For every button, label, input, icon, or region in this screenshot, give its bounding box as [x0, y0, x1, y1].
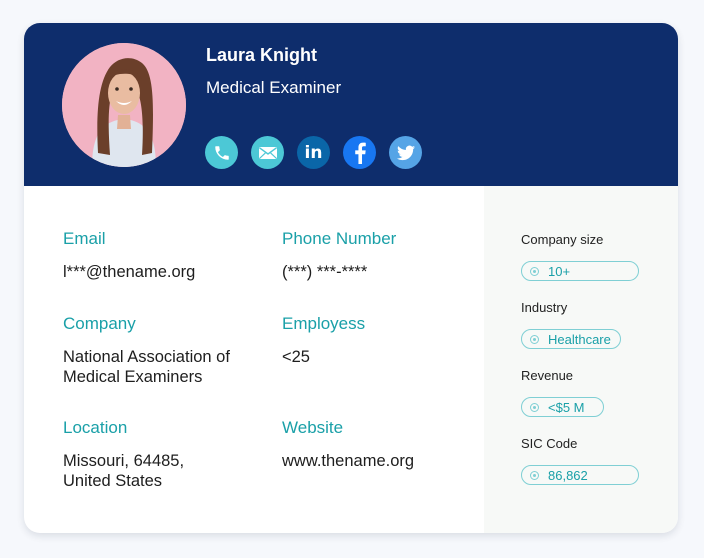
facebook-button[interactable] — [343, 136, 376, 169]
industry-value: Healthcare — [548, 331, 611, 347]
location-value-line2: United States — [63, 472, 163, 490]
company-value-line2: Medical Examiners — [63, 368, 203, 386]
location-value-line1: Missouri, 64485, — [63, 452, 185, 470]
company-size-label: Company size — [521, 232, 604, 247]
company-sidebar: Company size 10+ Industry Healthcare Rev… — [484, 186, 678, 533]
company-size-value: 10+ — [548, 263, 571, 279]
twitter-icon — [396, 145, 415, 160]
facebook-icon — [354, 142, 366, 164]
mail-icon — [258, 146, 277, 159]
company-value-line1: National Association of — [63, 348, 230, 366]
sic-code-value: 86,862 — [548, 467, 588, 483]
industry-tag: Healthcare — [521, 329, 621, 349]
email-button[interactable] — [251, 136, 284, 169]
industry-label: Industry — [521, 300, 568, 315]
radio-dot-icon — [530, 470, 539, 480]
social-links: in — [205, 136, 422, 169]
job-title: Medical Examiner — [206, 78, 342, 97]
company-label: Company — [63, 314, 136, 333]
contact-details: Email l***@thename.org Phone Number (***… — [24, 186, 484, 533]
phone-label: Phone Number — [282, 229, 397, 248]
twitter-button[interactable] — [389, 136, 422, 169]
email-value: l***@thename.org — [63, 263, 196, 281]
linkedin-icon: in — [304, 142, 323, 163]
radio-dot-icon — [530, 334, 539, 344]
website-value[interactable]: www.thename.org — [282, 451, 414, 471]
profile-header: Laura Knight Medical Examiner in — [24, 23, 678, 186]
employees-value: <25 — [282, 348, 310, 366]
linkedin-button[interactable]: in — [297, 136, 330, 169]
phone-button[interactable] — [205, 136, 238, 169]
revenue-tag: <$5 M — [521, 397, 604, 417]
location-label: Location — [63, 418, 128, 437]
contact-name: Laura Knight — [206, 45, 317, 65]
radio-dot-icon — [530, 266, 539, 276]
sic-code-tag: 86,862 — [521, 465, 639, 485]
radio-dot-icon — [530, 402, 539, 412]
company-size-tag: 10+ — [521, 261, 639, 281]
sic-code-label: SIC Code — [521, 436, 578, 451]
employees-label: Employess — [282, 314, 366, 333]
email-label: Email — [63, 229, 106, 248]
contact-card: Laura Knight Medical Examiner in Email l… — [24, 23, 678, 533]
revenue-label: Revenue — [521, 368, 574, 383]
phone-icon — [214, 145, 229, 160]
avatar-photo — [62, 43, 186, 167]
website-label: Website — [282, 418, 344, 437]
avatar — [62, 43, 186, 167]
revenue-value: <$5 M — [548, 399, 585, 415]
phone-value: (***) ***-**** — [282, 263, 368, 281]
